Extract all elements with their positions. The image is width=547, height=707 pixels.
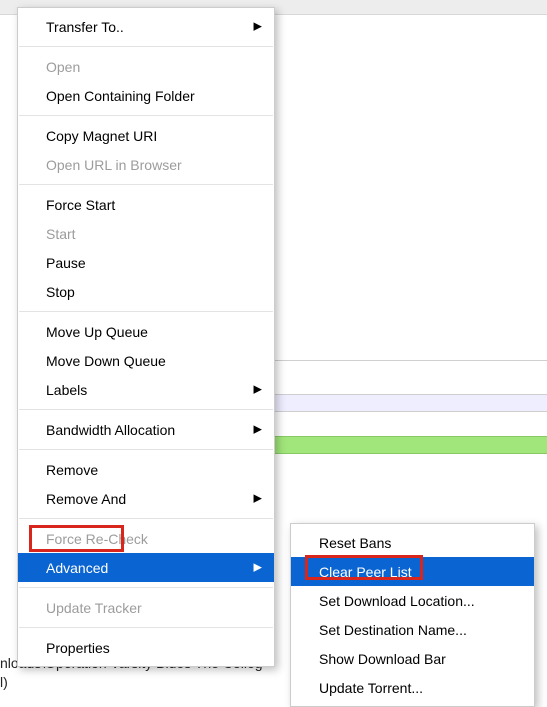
menu-separator: [19, 115, 273, 116]
menu-item-label: Advanced: [46, 560, 108, 576]
menu-item-label: Bandwidth Allocation: [46, 422, 175, 438]
menu-item-open-url-in-browser[interactable]: Open URL in Browser: [18, 150, 274, 179]
menu-separator: [19, 627, 273, 628]
menu-item-copy-magnet-uri[interactable]: Copy Magnet URI: [18, 121, 274, 150]
menu-item-label: Properties: [46, 640, 110, 656]
menu-item-move-down-queue[interactable]: Move Down Queue: [18, 346, 274, 375]
menu-separator: [19, 311, 273, 312]
menu-item-open-containing-folder[interactable]: Open Containing Folder: [18, 81, 274, 110]
menu-item-label: Transfer To..: [46, 19, 124, 35]
menu-item-label: Move Down Queue: [46, 353, 166, 369]
menu-item-advanced[interactable]: Advanced ▶: [18, 553, 274, 582]
menu-item-label: Clear Peer List: [319, 564, 412, 580]
menu-item-label: Remove And: [46, 491, 126, 507]
menu-item-label: Open: [46, 59, 80, 75]
menu-item-move-up-queue[interactable]: Move Up Queue: [18, 317, 274, 346]
menu-item-label: Reset Bans: [319, 535, 391, 551]
menu-item-label: Copy Magnet URI: [46, 128, 157, 144]
menu-item-label: Force Re-Check: [46, 531, 148, 547]
chevron-right-icon: ▶: [254, 493, 262, 504]
menu-item-open[interactable]: Open: [18, 52, 274, 81]
context-menu: Transfer To.. ▶ Open Open Containing Fol…: [17, 7, 275, 667]
menu-item-label: Open Containing Folder: [46, 88, 195, 104]
menu-item-force-start[interactable]: Force Start: [18, 190, 274, 219]
background-row-light: [275, 394, 547, 412]
menu-item-label: Show Download Bar: [319, 651, 446, 667]
menu-item-label: Update Tracker: [46, 600, 142, 616]
menu-item-pause[interactable]: Pause: [18, 248, 274, 277]
menu-item-label: Update Torrent...: [319, 680, 423, 696]
chevron-right-icon: ▶: [254, 384, 262, 395]
menu-item-label: Force Start: [46, 197, 115, 213]
menu-item-label: Labels: [46, 382, 87, 398]
menu-separator: [19, 518, 273, 519]
menu-separator: [19, 449, 273, 450]
menu-separator: [19, 46, 273, 47]
menu-item-stop[interactable]: Stop: [18, 277, 274, 306]
menu-item-label: Remove: [46, 462, 98, 478]
menu-separator: [19, 409, 273, 410]
menu-separator: [19, 184, 273, 185]
menu-item-force-recheck[interactable]: Force Re-Check: [18, 524, 274, 553]
submenu-item-update-torrent[interactable]: Update Torrent...: [291, 673, 534, 702]
context-submenu-advanced: Reset Bans Clear Peer List Set Download …: [290, 523, 535, 707]
menu-item-update-tracker[interactable]: Update Tracker: [18, 593, 274, 622]
chevron-right-icon: ▶: [254, 21, 262, 32]
menu-item-label: Pause: [46, 255, 86, 271]
background-row-green: [275, 436, 547, 454]
menu-item-properties[interactable]: Properties: [18, 633, 274, 662]
menu-item-remove[interactable]: Remove: [18, 455, 274, 484]
menu-item-transfer-to[interactable]: Transfer To.. ▶: [18, 12, 274, 41]
background-path-text-2: l): [0, 674, 8, 690]
submenu-item-set-destination-name[interactable]: Set Destination Name...: [291, 615, 534, 644]
background-divider: [275, 357, 547, 361]
menu-item-labels[interactable]: Labels ▶: [18, 375, 274, 404]
chevron-right-icon: ▶: [254, 562, 262, 573]
submenu-item-show-download-bar[interactable]: Show Download Bar: [291, 644, 534, 673]
menu-item-label: Start: [46, 226, 76, 242]
menu-item-bandwidth-allocation[interactable]: Bandwidth Allocation ▶: [18, 415, 274, 444]
menu-item-label: Set Destination Name...: [319, 622, 467, 638]
menu-item-label: Stop: [46, 284, 75, 300]
submenu-item-set-download-location[interactable]: Set Download Location...: [291, 586, 534, 615]
submenu-item-reset-bans[interactable]: Reset Bans: [291, 528, 534, 557]
menu-item-remove-and[interactable]: Remove And ▶: [18, 484, 274, 513]
submenu-item-clear-peer-list[interactable]: Clear Peer List: [291, 557, 534, 586]
menu-item-start[interactable]: Start: [18, 219, 274, 248]
menu-item-label: Open URL in Browser: [46, 157, 182, 173]
menu-item-label: Move Up Queue: [46, 324, 148, 340]
chevron-right-icon: ▶: [254, 424, 262, 435]
menu-separator: [19, 587, 273, 588]
menu-item-label: Set Download Location...: [319, 593, 475, 609]
